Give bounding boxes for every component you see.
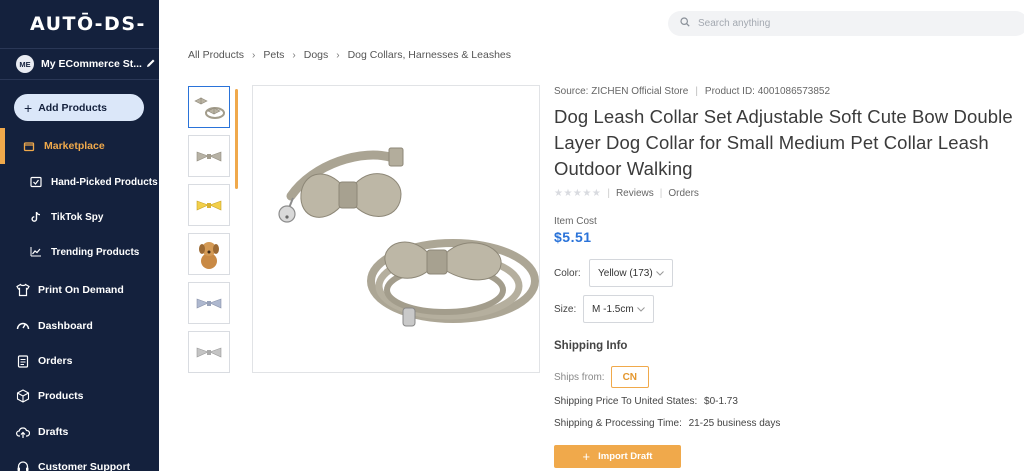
sidebar-item-label: Customer Support [38, 461, 131, 471]
product-image-illustration [278, 147, 539, 327]
shipping-price-value: $0-1.73 [704, 396, 738, 407]
product-meta: Source: ZICHEN Official Store | Product … [554, 84, 1024, 98]
add-products-label: Add Products [38, 101, 108, 114]
plus-icon: + [582, 449, 591, 464]
sidebar-item-label: Trending Products [51, 246, 140, 258]
orders-link[interactable]: Orders [668, 188, 699, 199]
sidebar-item-customer-support[interactable]: Customer Support [0, 452, 159, 471]
breadcrumb-item-dogs[interactable]: Dogs [304, 49, 329, 61]
sidebar-item-label: Orders [38, 355, 73, 367]
shipping-info-title: Shipping Info [554, 340, 628, 352]
sidebar-item-label: Marketplace [44, 140, 105, 152]
sidebar-item-marketplace[interactable]: Marketplace [0, 131, 159, 161]
rating-divider: | [607, 187, 610, 199]
clipboard-icon [16, 354, 30, 368]
search-icon [680, 17, 690, 30]
add-products-button[interactable]: + Add Products [14, 94, 144, 121]
product-title: Dog Leash Collar Set Adjustable Soft Cut… [554, 106, 1013, 179]
size-select-value: M -1.5cm [592, 303, 634, 315]
color-select[interactable]: Yellow (173) [589, 259, 673, 287]
app-logo[interactable]: AUTŌ-DS- [0, 0, 159, 48]
ships-from-label: Ships from: [554, 371, 605, 383]
sidebar-item-label: Dashboard [38, 320, 93, 332]
reviews-link[interactable]: Reviews [616, 188, 654, 199]
hand-picked-icon [29, 175, 43, 189]
rating-stars-icon: ★★★★★ [554, 187, 602, 199]
shipping-time-row: Shipping & Processing Time: 21-25 busine… [554, 418, 780, 429]
color-select-value: Yellow (173) [598, 267, 653, 279]
import-draft-label: Import Draft [598, 451, 653, 462]
box-icon [16, 389, 30, 403]
size-select[interactable]: M -1.5cm [583, 295, 654, 323]
sidebar-item-label: Drafts [38, 426, 69, 438]
thumbnail-list [188, 86, 232, 380]
rating-row: ★★★★★ | Reviews | Orders [554, 186, 1024, 200]
sidebar-item-label: Hand-Picked Products [51, 176, 158, 188]
thumbnail-yellow-bow[interactable] [188, 184, 230, 226]
item-cost-value: $5.51 [554, 229, 592, 245]
shipping-time-label: Shipping & Processing Time: [554, 418, 682, 429]
product-info: Source: ZICHEN Official Store | Product … [554, 84, 1024, 468]
thumbnail-grey-collar-set[interactable] [188, 86, 230, 128]
sidebar-item-trending[interactable]: Trending Products [0, 237, 159, 267]
search-bar[interactable] [668, 11, 1024, 36]
product-source: Source: ZICHEN Official Store [554, 85, 689, 97]
shipping-time-value: 21-25 business days [688, 418, 781, 429]
thumbnail-plush-dog[interactable] [188, 233, 230, 275]
sidebar-item-print-on-demand[interactable]: Print On Demand [0, 275, 159, 305]
size-option-row: Size: M -1.5cm [554, 295, 654, 323]
trending-icon [29, 245, 43, 259]
store-avatar: ME [16, 55, 34, 73]
color-option-row: Color: Yellow (173) [554, 259, 673, 287]
product-id: Product ID: 4001086573852 [704, 85, 831, 97]
meta-divider: | [695, 85, 698, 97]
ships-from-row: Ships from: CN [554, 366, 650, 388]
size-label: Size: [554, 303, 577, 315]
chevron-right-icon: › [336, 49, 340, 61]
gauge-icon [16, 319, 30, 333]
color-label: Color: [554, 267, 581, 279]
chevron-down-icon [636, 305, 645, 314]
breadcrumb-item-all-products[interactable]: All Products [188, 49, 244, 61]
breadcrumb-item-pets[interactable]: Pets [263, 49, 284, 61]
sidebar: AUTŌ-DS- ME My ECommerce St... + Add Pro… [0, 0, 159, 471]
upload-cloud-icon [16, 425, 30, 439]
main-content: All Products › Pets › Dogs › Dog Collars… [159, 0, 1024, 471]
app-root: AUTŌ-DS- ME My ECommerce St... + Add Pro… [0, 0, 1024, 471]
sidebar-item-orders[interactable]: Orders [0, 346, 159, 376]
shipping-price-row: Shipping Price To United States: $0-1.73 [554, 396, 738, 407]
store-name: My ECommerce St... [41, 58, 142, 70]
item-cost-label: Item Cost [554, 216, 597, 227]
chevron-right-icon: › [252, 49, 256, 61]
tiktok-icon [29, 210, 43, 224]
sidebar-item-products[interactable]: Products [0, 381, 159, 411]
sidebar-item-label: TikTok Spy [51, 211, 104, 223]
breadcrumb: All Products › Pets › Dogs › Dog Collars… [188, 49, 511, 61]
edit-pencil-icon[interactable] [146, 58, 156, 71]
import-draft-button[interactable]: + Import Draft [554, 445, 681, 468]
product-main-image[interactable] [252, 85, 540, 373]
thumbnail-grey-bow-2[interactable] [188, 331, 230, 373]
thumbnail-scrollbar[interactable] [235, 89, 238, 189]
sidebar-item-tiktok-spy[interactable]: TikTok Spy [0, 202, 159, 232]
thumbnail-grey-bow[interactable] [188, 135, 230, 177]
sidebar-item-label: Products [38, 390, 84, 402]
chevron-right-icon: › [292, 49, 296, 61]
sidebar-item-drafts[interactable]: Drafts [0, 417, 159, 447]
breadcrumb-item-collars[interactable]: Dog Collars, Harnesses & Leashes [348, 49, 511, 61]
shirt-icon [16, 283, 30, 297]
chevron-down-icon [655, 269, 664, 278]
shipping-price-label: Shipping Price To United States: [554, 396, 698, 407]
sidebar-item-dashboard[interactable]: Dashboard [0, 311, 159, 341]
thumbnail-blue-bow[interactable] [188, 282, 230, 324]
search-input[interactable] [698, 18, 998, 29]
rating-divider: | [659, 187, 663, 199]
store-selector[interactable]: ME My ECommerce St... [0, 48, 159, 80]
store-icon [22, 139, 36, 153]
sidebar-item-label: Print On Demand [38, 284, 124, 296]
sidebar-item-hand-picked[interactable]: Hand-Picked Products [0, 167, 159, 197]
support-icon [16, 460, 30, 471]
plus-icon: + [24, 99, 33, 116]
ships-from-badge[interactable]: CN [610, 366, 650, 388]
